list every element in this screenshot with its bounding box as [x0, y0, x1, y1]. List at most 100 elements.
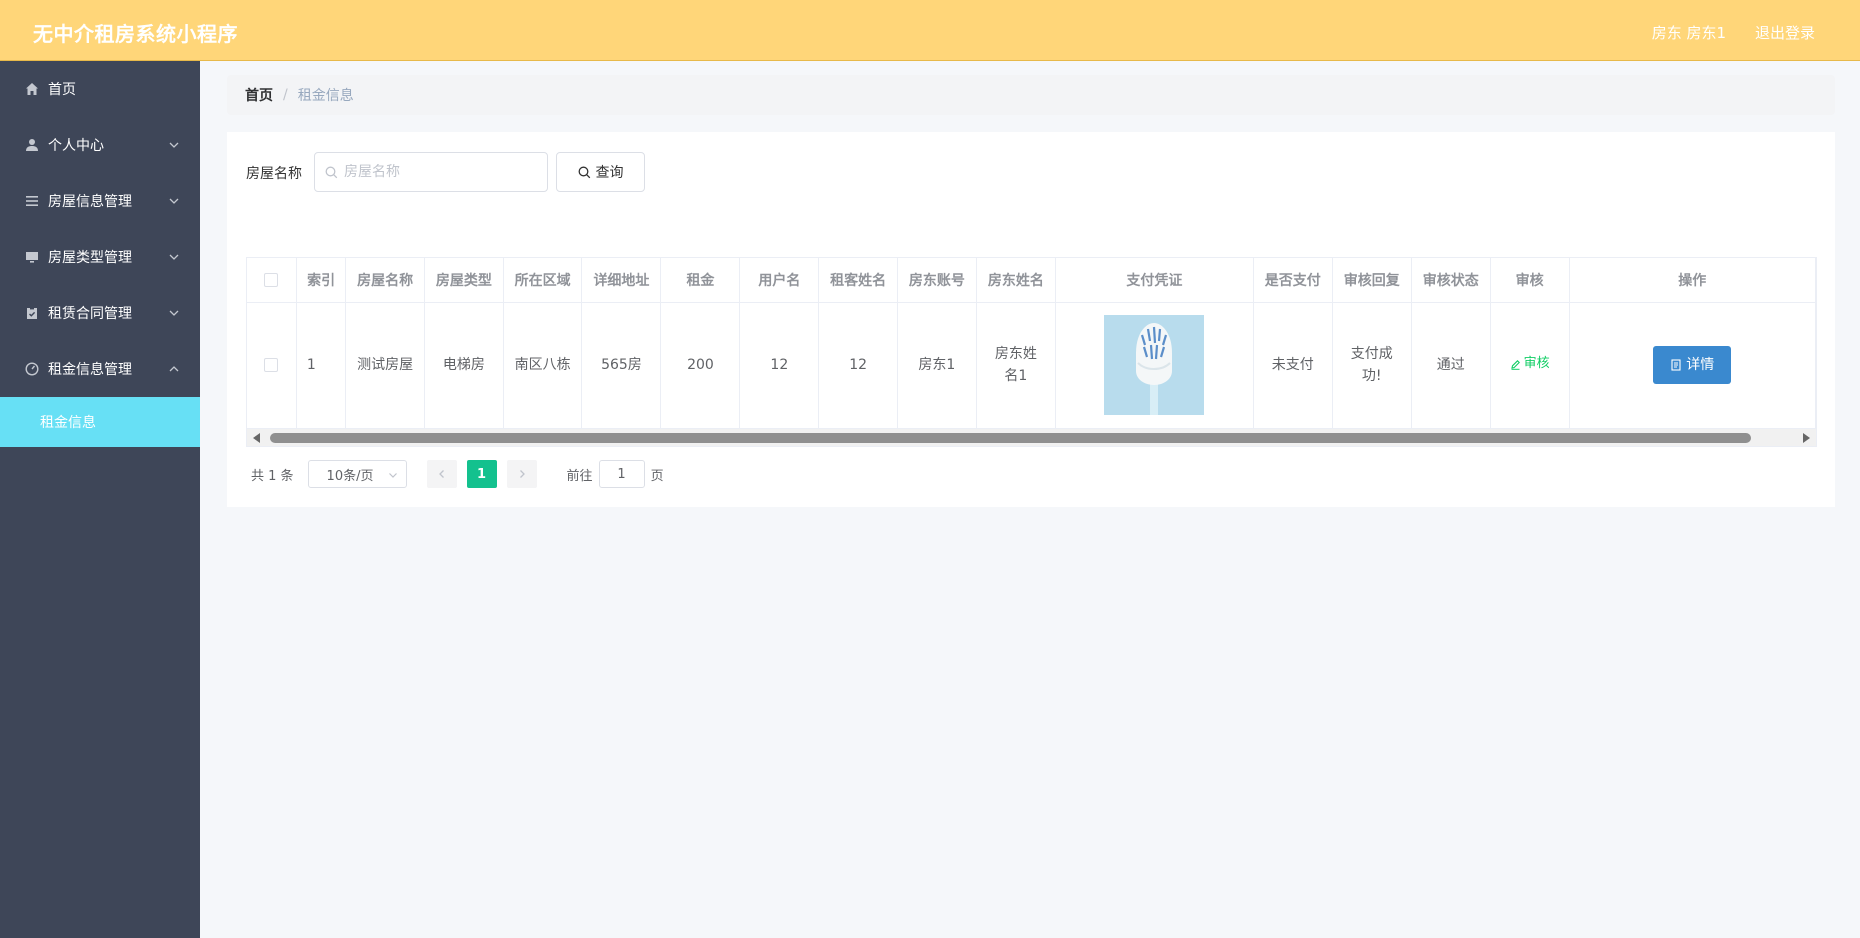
cell-tenant-name: 12	[818, 302, 899, 429]
prev-page-button[interactable]	[426, 460, 457, 488]
column-header: 是否支付	[1253, 258, 1333, 303]
sidebar-item-house-type[interactable]: 房屋类型管理	[0, 229, 200, 285]
column-header: 房屋类型	[424, 258, 504, 303]
table-row: 1 测试房屋 电梯房 南区八栋 565房 200 12 12 房东1 房东姓名1	[247, 302, 1816, 429]
search-input[interactable]	[344, 164, 534, 180]
chevron-down-icon	[169, 310, 179, 316]
row-checkbox[interactable]	[264, 358, 279, 372]
query-button[interactable]: 查询	[556, 152, 645, 192]
page-number-current[interactable]: 1	[466, 460, 497, 488]
audit-button-label: 审核	[1523, 356, 1550, 372]
column-header: 审核	[1490, 258, 1570, 303]
sidebar-item-label: 首页	[48, 82, 76, 98]
sidebar: 首页 个人中心 房屋信息管理 房屋类型管理 租赁合同管理 租金信息管理 租金信息	[0, 61, 200, 938]
scroll-right-arrow[interactable]	[1803, 433, 1810, 443]
breadcrumb: 首页 / 租金信息	[227, 75, 1835, 115]
column-header: 支付凭证	[1055, 258, 1254, 303]
cell-landlord-name: 房东姓名1	[976, 302, 1056, 429]
sidebar-subitem-rent-info[interactable]: 租金信息	[0, 397, 200, 447]
column-header: 房屋名称	[345, 258, 425, 303]
search-icon	[578, 166, 590, 178]
select-all-cell	[247, 258, 297, 303]
cell-rent: 200	[660, 302, 741, 429]
detail-button[interactable]: 详情	[1653, 346, 1732, 384]
monitor-icon	[24, 249, 40, 265]
column-header: 租客姓名	[818, 258, 899, 303]
scrollbar-thumb[interactable]	[270, 433, 1751, 443]
scroll-left-arrow[interactable]	[253, 433, 260, 443]
column-header: 索引	[296, 258, 347, 303]
cell-paid: 未支付	[1253, 302, 1333, 429]
content-card: 房屋名称 查询 索引 房屋名称 房屋类型 所在区域	[227, 132, 1835, 507]
list-icon	[24, 193, 40, 209]
column-header: 所在区域	[503, 258, 583, 303]
cell-review-status: 通过	[1411, 302, 1491, 429]
sidebar-item-label: 租赁合同管理	[48, 306, 132, 322]
column-header: 操作	[1569, 258, 1816, 303]
cell-actions: 详情	[1569, 302, 1816, 429]
payment-proof-image[interactable]	[1104, 315, 1205, 415]
goto-label: 前往	[566, 468, 593, 484]
cell-index: 1	[296, 302, 347, 429]
sidebar-item-label: 房屋信息管理	[48, 194, 132, 210]
cell-username: 12	[739, 302, 820, 429]
page-size-select[interactable]: 10条/页	[307, 460, 407, 488]
chevron-right-icon	[519, 470, 525, 478]
search-icon	[325, 166, 338, 178]
edit-icon	[1510, 359, 1520, 370]
gauge-icon	[24, 361, 40, 377]
pagination: 共 1 条 10条/页 1 前往 页	[246, 459, 664, 489]
cell-landlord-account: 房东1	[897, 302, 977, 429]
horizontal-scrollbar[interactable]	[247, 428, 1816, 446]
chevron-down-icon	[169, 198, 179, 204]
breadcrumb-home[interactable]: 首页	[245, 85, 273, 105]
chevron-down-icon	[169, 254, 179, 260]
chevron-down-icon	[388, 473, 397, 478]
clipboard-icon	[24, 305, 40, 321]
column-header: 审核回复	[1332, 258, 1412, 303]
sidebar-item-rent-info[interactable]: 租金信息管理	[0, 341, 200, 397]
data-table: 索引 房屋名称 房屋类型 所在区域 详细地址 租金 用户名 租客姓名 房东账号 …	[246, 257, 1817, 447]
cell-address: 565房	[581, 302, 662, 429]
cell-review-reply: 支付成功!	[1332, 302, 1412, 429]
pagination-total: 共 1 条	[251, 468, 294, 484]
table-header-row: 索引 房屋名称 房屋类型 所在区域 详细地址 租金 用户名 租客姓名 房东账号 …	[247, 258, 1816, 303]
page-size-value: 10条/页	[326, 468, 374, 484]
goto-page-input[interactable]	[598, 460, 645, 488]
chevron-left-icon	[438, 470, 444, 478]
breadcrumb-current: 租金信息	[297, 88, 354, 104]
column-header: 用户名	[739, 258, 820, 303]
logout-link[interactable]: 退出登录	[1755, 22, 1815, 43]
select-all-checkbox[interactable]	[264, 272, 279, 287]
top-header: 无中介租房系统小程序 房东 房东1 退出登录	[0, 0, 1860, 61]
cell-house-type: 电梯房	[424, 302, 504, 429]
column-header: 房东姓名	[976, 258, 1056, 303]
current-user: 房东 房东1	[1651, 24, 1726, 42]
sidebar-item-label: 个人中心	[48, 138, 104, 154]
search-label: 房屋名称	[246, 166, 302, 182]
column-header: 房东账号	[897, 258, 977, 303]
cell-area: 南区八栋	[503, 302, 583, 429]
breadcrumb-separator: /	[283, 87, 288, 103]
column-header: 详细地址	[581, 258, 662, 303]
sidebar-item-lease-contract[interactable]: 租赁合同管理	[0, 285, 200, 341]
sidebar-item-label: 租金信息管理	[48, 362, 132, 378]
sidebar-item-house-info[interactable]: 房屋信息管理	[0, 173, 200, 229]
query-button-label: 查询	[595, 165, 624, 181]
column-header: 租金	[660, 258, 741, 303]
chevron-up-icon	[169, 366, 179, 372]
sidebar-item-home[interactable]: 首页	[0, 61, 200, 117]
cell-audit: 审核	[1490, 302, 1570, 429]
user-icon	[24, 137, 40, 153]
audit-button[interactable]: 审核	[1510, 353, 1550, 375]
next-page-button[interactable]	[506, 460, 537, 488]
main-content: 首页 / 租金信息 房屋名称 查询 索引 房屋名称	[200, 61, 1860, 938]
detail-button-label: 详情	[1686, 357, 1715, 373]
sidebar-item-label: 房屋类型管理	[48, 250, 132, 266]
search-input-wrapper[interactable]	[314, 152, 548, 192]
app-title: 无中介租房系统小程序	[33, 22, 238, 46]
document-icon	[1671, 359, 1681, 371]
column-header: 审核状态	[1411, 258, 1491, 303]
row-select-cell	[247, 302, 297, 429]
sidebar-item-personal-center[interactable]: 个人中心	[0, 117, 200, 173]
